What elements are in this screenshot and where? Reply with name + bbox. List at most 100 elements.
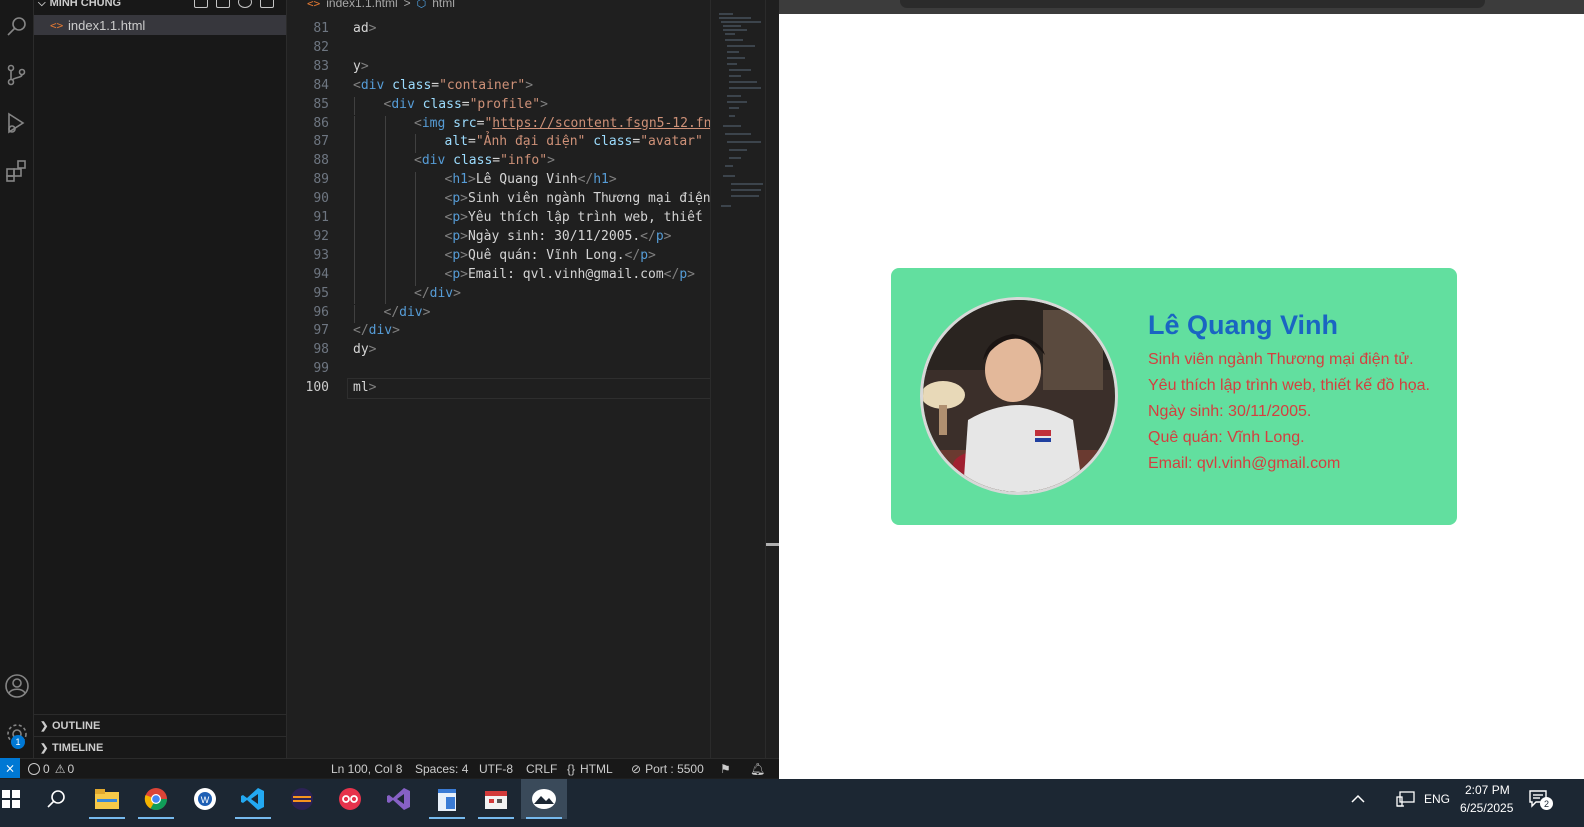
code-line[interactable]: </div> [353, 323, 400, 338]
braces-icon: {} [567, 762, 576, 776]
live-server-port[interactable]: ⊘ Port : 5500 [631, 761, 704, 777]
code-line[interactable]: </div> [414, 286, 461, 301]
taskbar-search-icon[interactable] [34, 779, 80, 819]
search-icon[interactable] [0, 9, 34, 43]
app-photos-icon[interactable] [521, 779, 567, 819]
problems-indicator[interactable]: 0 ⚠ 0 [28, 761, 74, 777]
timeline-section[interactable]: ❯ TIMELINE [34, 736, 286, 759]
file-explorer-icon[interactable] [84, 779, 130, 819]
port-label: Port : 5500 [645, 762, 704, 776]
settings-badge: 1 [11, 735, 25, 749]
code-line[interactable]: <p>Ngày sinh: 30/11/2005.</p> [445, 229, 672, 244]
windows-start-icon[interactable] [0, 779, 34, 819]
code-line[interactable]: <img src="https://scontent.fsgn5-12.fna [414, 116, 719, 131]
code-token: < [353, 77, 361, 93]
chevron-up-icon[interactable] [1335, 779, 1381, 819]
code-token: div [429, 285, 454, 301]
vscode-icon[interactable] [230, 779, 276, 819]
run-debug-icon[interactable] [0, 106, 34, 140]
svg-text:W: W [201, 795, 210, 805]
notification-center-icon[interactable]: 2 [1516, 779, 1562, 819]
code-token: div [368, 323, 393, 339]
indent-guide [354, 172, 355, 192]
html-file-icon: <> [307, 0, 321, 10]
explorer-file-item[interactable]: <> index1.1.html [34, 15, 286, 35]
network-icon[interactable] [1383, 779, 1429, 819]
indent-guide [415, 172, 416, 192]
code-line[interactable]: <h1>Lê Quang Vinh</h1> [445, 172, 617, 187]
line-number: 99 [313, 361, 329, 377]
code-line[interactable]: <p>Sinh viên ngành Thương mại điện [445, 191, 711, 206]
code-token: ad [353, 21, 369, 36]
bell-icon[interactable]: 🔔︎ [750, 761, 765, 777]
clock-time[interactable]: 2:07 PM [1465, 783, 1510, 797]
account-icon[interactable] [0, 669, 34, 703]
code-token: class [453, 153, 493, 169]
code-token: </ [383, 304, 400, 320]
scrollbar-thumb[interactable] [766, 543, 779, 546]
code-line[interactable]: </div> [384, 305, 431, 320]
settings-gear-icon[interactable]: 1 [0, 717, 34, 751]
code-token: > [663, 228, 672, 244]
breadcrumb-file[interactable]: index1.1.html [326, 0, 397, 10]
refresh-icon[interactable] [238, 0, 252, 8]
new-file-icon[interactable] [194, 0, 208, 8]
code-line[interactable]: <p>Email: qvl.vinh@gmail.com</p> [445, 267, 695, 282]
line-ending[interactable]: CRLF [526, 761, 557, 777]
explorer-folder-header[interactable]: ⌵ MINH CHUNG [38, 0, 121, 12]
code-line[interactable]: <div class="container"> [353, 78, 533, 93]
line-number: 87 [313, 134, 329, 150]
code-token: ml [353, 380, 369, 396]
remote-indicator[interactable]: ⨯ [0, 758, 20, 778]
eclipse-icon[interactable] [279, 779, 325, 819]
visual-studio-icon[interactable] [376, 779, 422, 819]
code-line[interactable]: dy> [353, 342, 376, 357]
code-line[interactable]: ad> [353, 21, 376, 36]
cursor-position[interactable]: Ln 100, Col 8 [331, 761, 402, 777]
app-w-icon[interactable]: W [182, 779, 228, 819]
breadcrumb-symbol[interactable]: html [432, 0, 455, 10]
outline-section[interactable]: ❯ OUTLINE [34, 714, 286, 737]
chrome-icon[interactable] [133, 779, 179, 819]
app-oo-icon[interactable] [327, 779, 373, 819]
code-token: div [421, 153, 446, 169]
indent-guide [384, 153, 386, 173]
notepad-icon[interactable] [424, 779, 470, 819]
code-token: > [392, 323, 400, 339]
language-label: HTML [580, 762, 613, 776]
breadcrumb: <> index1.1.html > ⬡ html [307, 0, 455, 10]
profile-line-hometown: Quê quán: Vĩnh Long. [1148, 429, 1305, 446]
clock-date[interactable]: 6/25/2025 [1460, 801, 1513, 815]
explorer-actions [194, 0, 274, 8]
input-language[interactable]: ENG [1424, 792, 1450, 806]
code-line[interactable]: <p>Quê quán: Vĩnh Long.</p> [445, 248, 656, 263]
code-token: dy [353, 342, 369, 358]
indentation[interactable]: Spaces: 4 [415, 761, 468, 777]
app-calendar-icon[interactable] [473, 779, 519, 819]
feedback-icon[interactable]: ⚑ [720, 761, 731, 777]
code-line[interactable]: ml> [353, 380, 376, 395]
code-line[interactable]: <p>Yêu thích lập trình web, thiết k [445, 210, 719, 225]
extensions-icon[interactable] [0, 154, 34, 188]
code-token: < [414, 115, 422, 131]
code-line[interactable]: <div class="info"> [414, 153, 555, 168]
minimap[interactable] [710, 0, 765, 758]
code-line[interactable]: alt="Ảnh đại diện" class="avatar" / [445, 134, 719, 149]
collapse-all-icon[interactable] [260, 0, 274, 8]
indent-guide [354, 228, 355, 248]
source-control-icon[interactable] [0, 58, 34, 92]
indent-guide [354, 266, 355, 286]
encoding[interactable]: UTF-8 [479, 761, 513, 777]
code-editor[interactable]: <> index1.1.html > ⬡ html 81 ad> 82 83 y> 84 <… [287, 0, 765, 758]
code-line[interactable]: <div class="profile"> [384, 97, 548, 112]
address-bar[interactable] [900, 0, 1485, 8]
editor-scrollbar[interactable] [765, 0, 779, 758]
new-folder-icon[interactable] [216, 0, 230, 8]
code-line[interactable]: y> [353, 59, 369, 74]
avatar [920, 297, 1118, 495]
avatar-photo [923, 300, 1115, 492]
indent-guide [415, 247, 416, 267]
chevron-down-icon: ⌵ [38, 0, 46, 9]
line-number: 84 [313, 77, 329, 93]
language-mode[interactable]: {} HTML [567, 761, 613, 777]
